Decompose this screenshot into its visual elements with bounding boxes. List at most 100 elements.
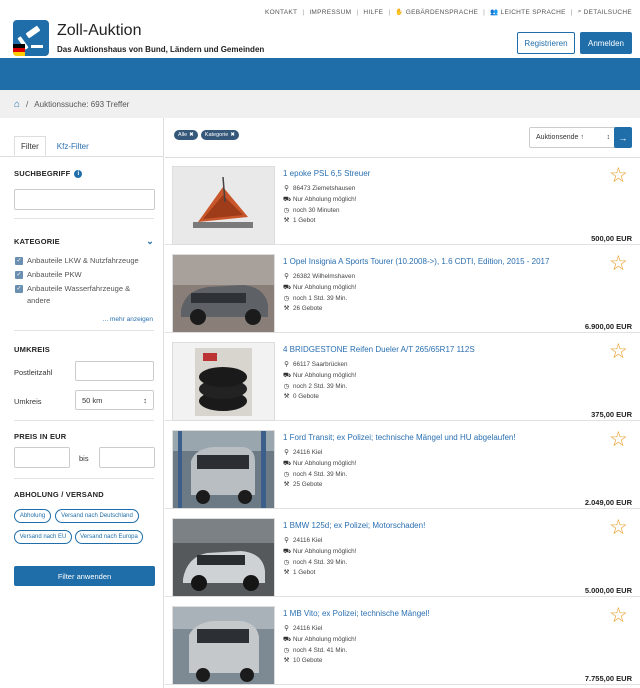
chip-kategorie[interactable]: Kategorie ✖ <box>200 130 239 140</box>
item-image[interactable] <box>172 518 275 597</box>
category-checkbox-lkw[interactable]: ✓ Anbauteile LKW & Nutzfahrzeuge <box>15 255 139 267</box>
item-title[interactable]: 1 MB Vito; ex Polizei; technische Mängel… <box>283 609 430 618</box>
site-subtitle: Das Auktionshaus von Bund, Ländern und G… <box>57 45 265 54</box>
watchlist-star-icon[interactable]: ☆ <box>609 517 628 538</box>
clock-icon: ◷ <box>283 558 290 566</box>
breadcrumb-current: Auktionssuche: 693 Treffer <box>34 99 130 109</box>
close-icon[interactable]: ✖ <box>230 132 235 138</box>
clock-icon: ◷ <box>283 382 290 390</box>
postcode-input[interactable] <box>75 361 154 381</box>
register-button[interactable]: Registrieren <box>517 32 575 54</box>
item-image[interactable] <box>172 342 275 421</box>
radius-title: UMKREIS <box>14 345 50 354</box>
checkbox-icon[interactable]: ✓ <box>15 271 23 279</box>
postcode-label: Postleitzahl <box>14 368 53 377</box>
item-title[interactable]: 4 BRIDGESTONE Reifen Dueler A/T 265/65R1… <box>283 345 475 354</box>
gavel-icon: ⚒ <box>283 217 290 225</box>
gavel-icon: ⚒ <box>283 305 290 313</box>
shipping-title: ABHOLUNG / VERSAND <box>14 490 104 499</box>
flag-icon <box>13 44 25 56</box>
radius-select[interactable]: 50 km ↕ <box>75 390 154 410</box>
login-button[interactable]: Anmelden <box>580 32 632 54</box>
search-title: SUCHBEGRIFF i <box>14 169 83 178</box>
location-icon: ⚲ <box>284 273 289 280</box>
shipping-option-europa[interactable]: Versand nach Europa <box>75 530 143 544</box>
auction-item[interactable]: 1 MB Vito; ex Polizei; technische Mängel… <box>165 598 640 685</box>
item-title[interactable]: 1 BMW 125d; ex Polizei; Motorschaden! <box>283 521 425 530</box>
tab-kfz-filter[interactable]: Kfz-Filter <box>50 136 96 156</box>
item-image[interactable] <box>172 254 275 333</box>
home-icon[interactable]: ⌂ <box>14 99 20 110</box>
results-main: Alle ✖ Kategorie ✖ Auktionsende ↑ ↕ → 1 ep… <box>165 118 640 688</box>
price-to-label: bis <box>79 454 89 463</box>
category-checkbox-wasser[interactable]: ✓ Anbauteile Wasserfahrzeuge & andere <box>15 283 150 307</box>
item-price: 5.000,00 EUR <box>584 586 632 595</box>
auction-item[interactable]: 1 epoke PSL 6,5 Streuer ⚲ 86473 Ziemetsha… <box>165 158 640 245</box>
item-meta: ⚲ 24116 Kiel ⛟ Nur Abholung möglich! ◷ noch… <box>283 536 356 579</box>
close-icon[interactable]: ✖ <box>189 132 194 138</box>
price-to-input[interactable] <box>99 447 155 468</box>
watchlist-star-icon[interactable]: ☆ <box>609 341 628 362</box>
shipping-option-eu[interactable]: Versand nach EU <box>14 530 72 544</box>
item-image[interactable] <box>172 430 275 509</box>
easy-language-icon: 👥 <box>490 9 499 16</box>
logo[interactable] <box>13 20 49 56</box>
item-meta: ⚲ 86473 Ziemetshausen ⛟ Nur Abholung mögli… <box>283 184 356 227</box>
watchlist-star-icon[interactable]: ☆ <box>609 165 628 186</box>
category-title[interactable]: KATEGORIE ⌄ <box>14 236 154 247</box>
sort-select[interactable]: Auktionsende ↑ ↕ <box>529 127 617 148</box>
auction-item[interactable]: 1 Opel Insignia A Sports Tourer (10.2008… <box>165 246 640 333</box>
auction-item[interactable]: 1 Ford Transit; ex Polizei; technische M… <box>165 422 640 509</box>
radius-label: Umkreis <box>14 397 42 406</box>
location-icon: ⚲ <box>284 361 289 368</box>
location-icon: ⚲ <box>284 185 289 192</box>
info-icon[interactable]: i <box>74 169 83 178</box>
select-arrows-icon: ↕ <box>143 395 147 405</box>
watchlist-star-icon[interactable]: ☆ <box>609 253 628 274</box>
item-image[interactable] <box>172 166 275 245</box>
item-title[interactable]: 1 epoke PSL 6,5 Streuer <box>283 169 370 178</box>
filter-tabs: Filter Kfz-Filter <box>14 136 96 156</box>
item-meta: ⚲ 24116 Kiel ⛟ Nur Abholung möglich! ◷ noch… <box>283 624 356 667</box>
shipping-option-abholung[interactable]: Abholung <box>14 509 51 523</box>
item-price: 500,00 EUR <box>591 234 632 243</box>
apply-filter-button[interactable]: Filter anwenden <box>14 566 155 586</box>
item-price: 6.900,00 EUR <box>584 322 632 331</box>
gavel-icon: ⚒ <box>283 657 290 665</box>
link-gebaerdensprache[interactable]: ✋ GEBÄRDENSPRACHE <box>395 8 478 17</box>
item-price: 375,00 EUR <box>591 410 632 419</box>
link-detailsuche[interactable]: ⌕ DETAILSUCHE <box>578 8 632 16</box>
truck-icon: ⛟ <box>283 547 292 555</box>
truck-icon: ⛟ <box>283 635 292 643</box>
tab-filter[interactable]: Filter <box>14 136 46 156</box>
price-from-input[interactable] <box>14 447 70 468</box>
link-leichte-sprache[interactable]: 👥 LEICHTE SPRACHE <box>490 8 566 17</box>
top-links: KONTAKT | IMPRESSUM | HILFE | ✋ GEBÄRDENS… <box>264 8 632 17</box>
item-title[interactable]: 1 Ford Transit; ex Polizei; technische M… <box>283 433 516 442</box>
gavel-icon: ⚒ <box>283 393 290 401</box>
auction-item[interactable]: 1 BMW 125d; ex Polizei; Motorschaden! ⚲ 2… <box>165 510 640 597</box>
sign-language-icon: ✋ <box>395 9 404 16</box>
chevron-down-icon[interactable]: ⌄ <box>146 236 154 247</box>
checkbox-icon[interactable]: ✓ <box>15 257 23 265</box>
item-image[interactable] <box>172 606 275 685</box>
location-icon: ⚲ <box>284 625 289 632</box>
auction-item[interactable]: 4 BRIDGESTONE Reifen Dueler A/T 265/65R1… <box>165 334 640 421</box>
sort-apply-button[interactable]: → <box>614 127 632 148</box>
link-hilfe[interactable]: HILFE <box>363 9 383 16</box>
truck-icon: ⛟ <box>283 195 292 203</box>
link-kontakt[interactable]: KONTAKT <box>265 9 297 16</box>
watchlist-star-icon[interactable]: ☆ <box>609 605 628 626</box>
more-categories-link[interactable]: ... mehr anzeigen <box>103 316 153 323</box>
item-meta: ⚲ 66117 Saarbrücken ⛟ Nur Abholung möglich… <box>283 360 356 403</box>
filter-sidebar: Filter Kfz-Filter SUCHBEGRIFF i KATEGORI… <box>0 118 164 688</box>
shipping-option-deutschland[interactable]: Versand nach Deutschland <box>55 509 139 523</box>
link-impressum[interactable]: IMPRESSUM <box>309 9 351 16</box>
item-title[interactable]: 1 Opel Insignia A Sports Tourer (10.2008… <box>283 257 549 266</box>
category-checkbox-pkw[interactable]: ✓ Anbauteile PKW <box>15 269 82 281</box>
search-input[interactable] <box>14 189 155 210</box>
watchlist-star-icon[interactable]: ☆ <box>609 429 628 450</box>
truck-icon: ⛟ <box>283 283 292 291</box>
checkbox-icon[interactable]: ✓ <box>15 285 23 293</box>
chip-alle[interactable]: Alle ✖ <box>174 130 198 140</box>
